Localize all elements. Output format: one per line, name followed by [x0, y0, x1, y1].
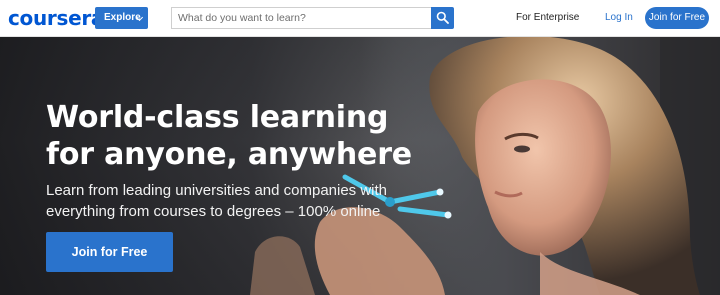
search-input[interactable] [171, 7, 431, 29]
join-for-free-hero-button[interactable]: Join for Free [46, 232, 173, 272]
hero-title: World-class learning for anyone, anywher… [46, 100, 412, 172]
explore-button[interactable]: Explore [95, 7, 148, 29]
log-in-link[interactable]: Log In [605, 12, 633, 24]
for-enterprise-link[interactable]: For Enterprise [516, 12, 579, 24]
hero-subtitle: Learn from leading universities and comp… [46, 182, 388, 220]
top-nav-bar: coursera Explore For Enterprise Log In J… [0, 0, 720, 37]
search-icon [436, 11, 449, 24]
search-button[interactable] [431, 7, 454, 29]
hero-banner: World-class learning for anyone, anywher… [0, 37, 720, 295]
coursera-logo[interactable]: coursera [8, 7, 104, 29]
join-for-free-header-button[interactable]: Join for Free [645, 7, 709, 29]
